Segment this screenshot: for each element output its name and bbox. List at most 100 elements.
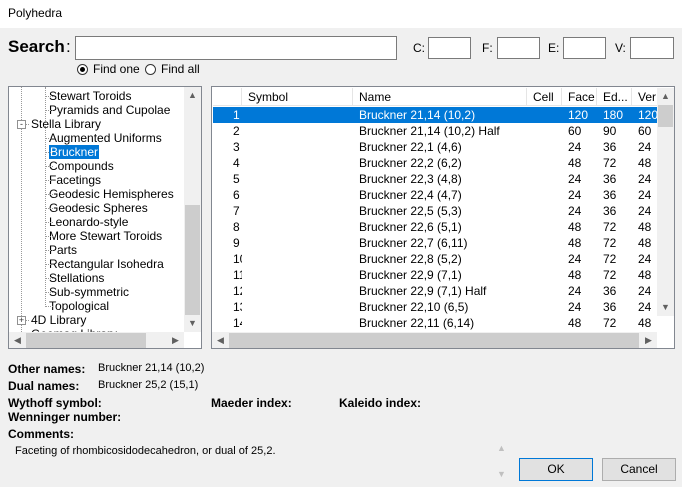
tree-guide-line bbox=[45, 180, 53, 181]
table-scroll-thumb[interactable] bbox=[658, 105, 673, 127]
scroll-right-icon[interactable]: ▶ bbox=[640, 332, 657, 348]
c-count-input[interactable] bbox=[428, 37, 471, 59]
search-input[interactable] bbox=[75, 36, 397, 60]
table-cell bbox=[531, 267, 562, 283]
table-cell: 24 bbox=[568, 204, 582, 218]
column-header-index[interactable] bbox=[213, 88, 242, 106]
table-cell: 36 bbox=[603, 188, 617, 202]
tree-item-label: Bruckner bbox=[49, 145, 100, 159]
table-cell: Bruckner 22,2 (6,2) bbox=[359, 156, 462, 170]
table-cell: 5 bbox=[233, 172, 240, 186]
tree-item[interactable]: Stellations bbox=[49, 271, 104, 285]
tree-hscroll-thumb[interactable] bbox=[26, 333, 146, 348]
table-cell bbox=[531, 219, 562, 235]
table-vertical-scrollbar[interactable]: ▲ ▼ bbox=[657, 88, 674, 316]
tree-item[interactable]: Bruckner bbox=[49, 145, 100, 159]
tree-item[interactable]: Augmented Uniforms bbox=[49, 131, 162, 145]
f-count-label: F: bbox=[482, 41, 493, 55]
table-cell: 24 bbox=[568, 252, 582, 266]
tree-guide-line bbox=[45, 222, 53, 223]
table-row[interactable]: 11Bruckner 22,9 (7,1)487248 bbox=[213, 267, 657, 283]
table-cell bbox=[246, 235, 353, 251]
table-cell: 1 bbox=[233, 108, 240, 122]
table-horizontal-scrollbar[interactable]: ◀ ▶ bbox=[212, 332, 657, 348]
tree-item[interactable]: 4D Library bbox=[31, 313, 86, 327]
scroll-up-icon[interactable]: ▲ bbox=[493, 441, 510, 455]
tree-item-label: Pyramids and Cupolae bbox=[49, 103, 171, 117]
table-cell: Bruckner 22,6 (5,1) bbox=[359, 220, 462, 234]
scroll-left-icon[interactable]: ◀ bbox=[212, 332, 229, 348]
scroll-up-icon[interactable]: ▲ bbox=[184, 87, 201, 104]
cancel-button[interactable]: Cancel bbox=[602, 458, 676, 481]
find-one-radio[interactable] bbox=[77, 64, 88, 75]
column-header-symbol[interactable]: Symbol bbox=[242, 88, 353, 106]
tree-item[interactable]: Geodesic Spheres bbox=[49, 201, 148, 215]
tree-item[interactable]: Leonardo-style bbox=[49, 215, 128, 229]
tree-item[interactable]: Facetings bbox=[49, 173, 101, 187]
find-all-label[interactable]: Find all bbox=[161, 62, 200, 76]
table-row[interactable]: 7 Bruckner 22,5 (5,3) 24 36 24 bbox=[213, 203, 657, 219]
table-row[interactable]: 3 Bruckner 22,1 (4,6) 24 36 24 bbox=[213, 139, 657, 155]
table-cell: 48 bbox=[568, 268, 582, 282]
table-cell: 24 bbox=[568, 172, 582, 186]
table-row[interactable]: 5 Bruckner 22,3 (4,8) 24 36 24 bbox=[213, 171, 657, 187]
column-header-cell[interactable]: Cell bbox=[527, 88, 562, 106]
table-row[interactable]: 2 Bruckner 21,14 (10,2) Half 60 90 60 bbox=[213, 123, 657, 139]
table-row[interactable]: 4 Bruckner 22,2 (6,2) 48 72 48 bbox=[213, 155, 657, 171]
tree-guide-line bbox=[45, 194, 53, 195]
table-cell: Bruckner 22,5 (5,3) bbox=[359, 204, 462, 218]
table-cell: 13 bbox=[233, 300, 242, 314]
tree-vertical-scrollbar[interactable]: ▲ ▼ bbox=[184, 87, 201, 332]
table-row[interactable]: 10Bruckner 22,8 (5,2)247224 bbox=[213, 251, 657, 267]
table-row[interactable]: 12Bruckner 22,9 (7,1) Half243624 bbox=[213, 283, 657, 299]
tree-horizontal-scrollbar[interactable]: ◀ ▶ bbox=[9, 332, 184, 348]
table-row[interactable]: 6 Bruckner 22,4 (4,7) 24 36 24 bbox=[213, 187, 657, 203]
column-header-edges[interactable]: Ed... bbox=[597, 88, 632, 106]
collapse-icon[interactable]: - bbox=[17, 120, 26, 129]
polyhedra-table[interactable]: Symbol Name Cell Face Ed... Ver 1 Bruckne… bbox=[211, 86, 675, 349]
table-cell: 7 bbox=[233, 204, 240, 218]
table-cell: 3 bbox=[233, 140, 240, 154]
tree-item[interactable]: Stewart Toroids bbox=[49, 89, 131, 103]
comments-scrollbar[interactable]: ▲ ▼ bbox=[493, 441, 510, 485]
scroll-right-icon[interactable]: ▶ bbox=[167, 332, 184, 348]
column-header-name[interactable]: Name bbox=[353, 88, 527, 106]
scroll-down-icon[interactable]: ▼ bbox=[184, 315, 201, 332]
table-hscroll-thumb[interactable] bbox=[229, 333, 639, 348]
table-cell bbox=[531, 155, 562, 171]
table-row[interactable]: 8 Bruckner 22,6 (5,1) 48 72 48 bbox=[213, 219, 657, 235]
table-row[interactable]: 14 Bruckner 22,11 (6,14) 48 72 48 bbox=[213, 315, 657, 331]
tree-item[interactable]: Sub-symmetric bbox=[49, 285, 129, 299]
comments-value: Faceting of rhombicosidodecahedron, or d… bbox=[15, 445, 276, 457]
tree-item[interactable]: Compounds bbox=[49, 159, 114, 173]
tree-item[interactable]: Pyramids and Cupolae bbox=[49, 103, 170, 117]
scroll-down-icon[interactable]: ▼ bbox=[657, 299, 674, 316]
tree-item[interactable]: Rectangular Isohedra bbox=[49, 257, 164, 271]
f-count-input[interactable] bbox=[497, 37, 540, 59]
library-tree[interactable]: Stewart Toroids Pyramids and Cupolae Stell… bbox=[8, 86, 202, 349]
table-cell bbox=[246, 123, 353, 139]
table-row[interactable]: 1 Bruckner 21,14 (10,2) 120 180 120 bbox=[213, 107, 658, 123]
find-one-label[interactable]: Find one bbox=[93, 62, 140, 76]
find-all-radio[interactable] bbox=[145, 64, 156, 75]
tree-item[interactable]: More Stewart Toroids bbox=[49, 229, 162, 243]
column-header-face[interactable]: Face bbox=[562, 88, 597, 106]
expand-icon[interactable]: + bbox=[17, 316, 26, 325]
table-cell bbox=[246, 107, 353, 123]
table-row[interactable]: 9 Bruckner 22,7 (6,11) 48 72 48 bbox=[213, 235, 657, 251]
tree-scroll-thumb[interactable] bbox=[185, 205, 200, 315]
tree-item[interactable]: Topological bbox=[49, 299, 109, 313]
tree-item[interactable]: Parts bbox=[49, 243, 77, 257]
scroll-left-icon[interactable]: ◀ bbox=[9, 332, 26, 348]
scroll-down-icon[interactable]: ▼ bbox=[493, 467, 510, 481]
comments-box[interactable]: Faceting of rhombicosidodecahedron, or d… bbox=[8, 441, 510, 485]
v-count-input[interactable] bbox=[630, 37, 674, 59]
tree-item[interactable]: Stella Library bbox=[31, 117, 101, 131]
ok-button[interactable]: OK bbox=[519, 458, 593, 481]
e-count-input[interactable] bbox=[563, 37, 606, 59]
scroll-up-icon[interactable]: ▲ bbox=[657, 88, 674, 105]
table-cell: 180 bbox=[603, 108, 624, 122]
table-row[interactable]: 13Bruckner 22,10 (6,5)243624 bbox=[213, 299, 657, 315]
tree-item[interactable]: Geodesic Hemispheres bbox=[49, 187, 174, 201]
tree-item-label: More Stewart Toroids bbox=[49, 229, 163, 243]
